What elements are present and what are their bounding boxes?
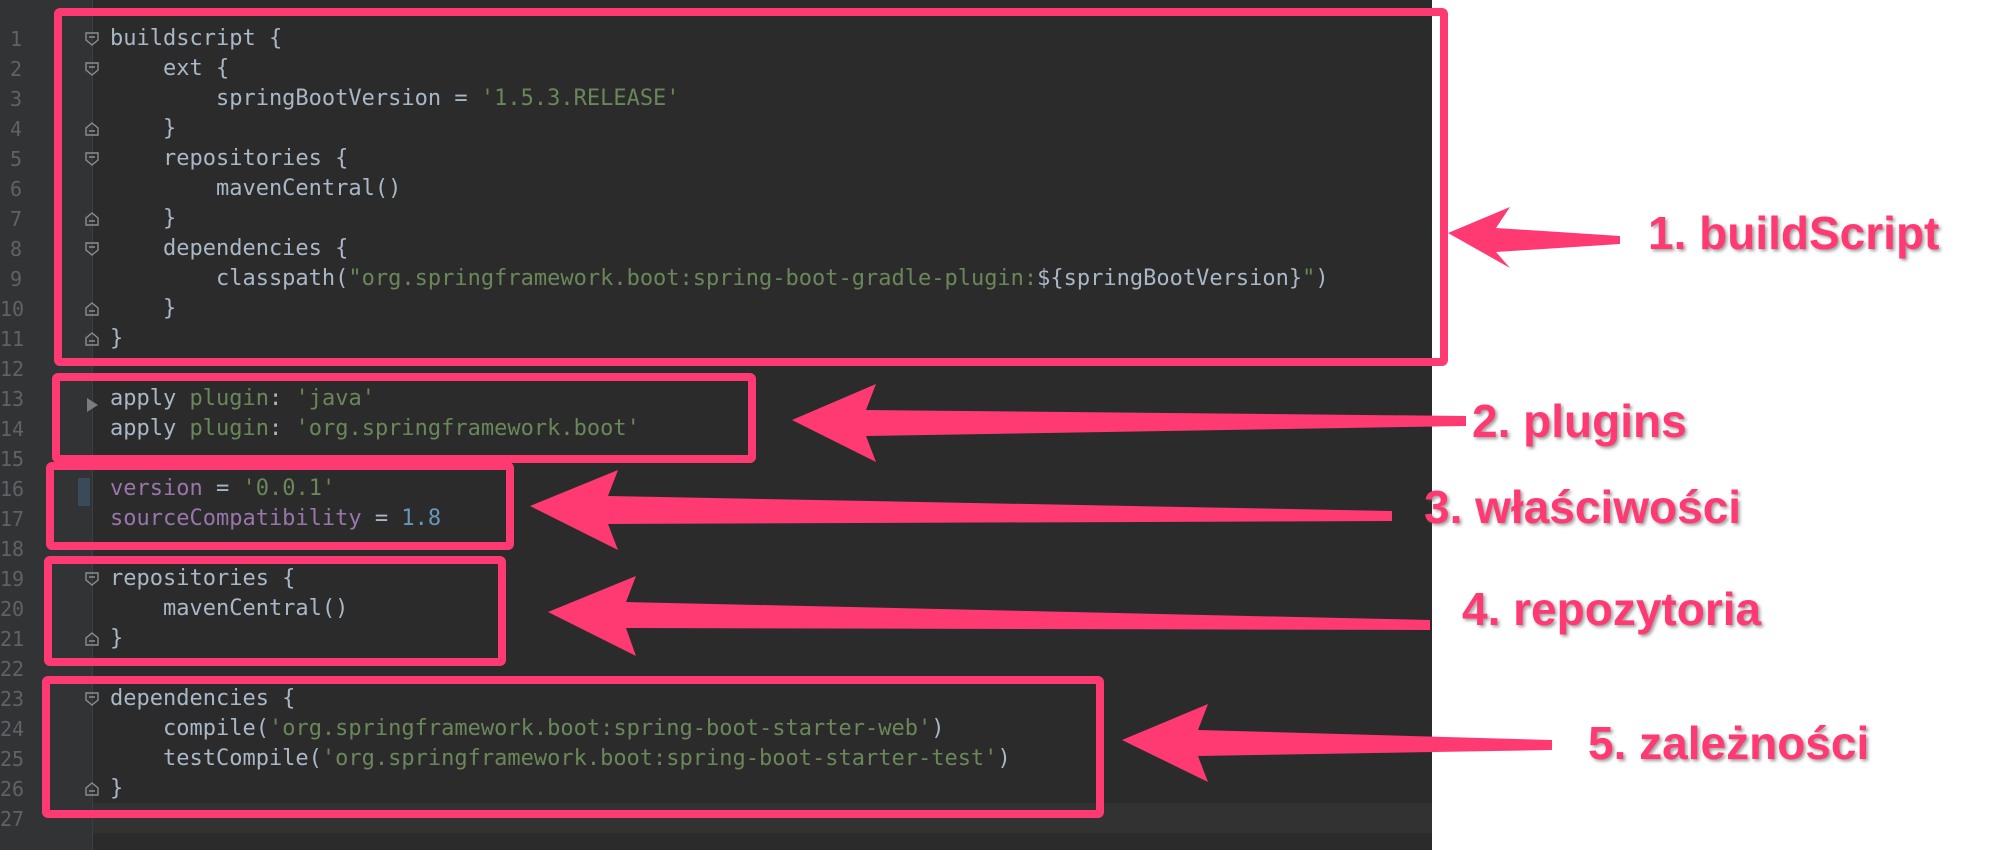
annotation-label-repositories: 4. repozytoria <box>1462 583 1762 635</box>
arrow-left-icon <box>530 470 1392 550</box>
arrow-left-icon <box>1122 704 1552 782</box>
annotation-label-plugins: 2. plugins <box>1472 395 1687 447</box>
annotation-label-buildscript: 1. buildScript <box>1648 207 1940 259</box>
annotation-label-dependencies: 5. zależności <box>1588 717 1870 769</box>
screenshot-stage: 1 2 3 4 5 6 7 8 9 10 11 12 13 14 15 16 17 18 19 20 21 22 23 24 2… <box>0 0 2012 850</box>
arrow-left-icon <box>1448 207 1620 268</box>
annotation-label-properties: 3. właściwości <box>1424 481 1742 533</box>
arrow-left-icon <box>548 576 1430 656</box>
arrow-left-icon <box>792 384 1466 462</box>
